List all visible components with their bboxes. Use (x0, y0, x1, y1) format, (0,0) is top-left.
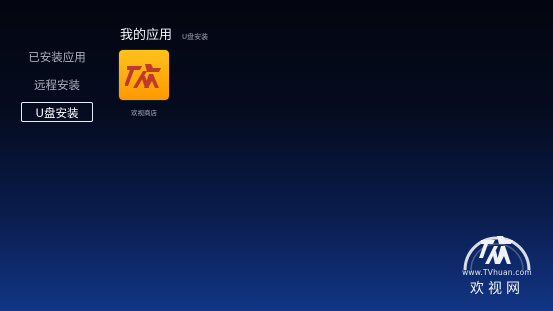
page-subtitle: U盘安装 (182, 33, 209, 41)
tvhuan-store-icon (119, 50, 169, 100)
watermark-url: www.TVhuan.com (462, 268, 532, 277)
sidebar-item-usb-install[interactable]: U盘安装 (21, 102, 93, 122)
watermark-brand: 欢视网 (470, 281, 524, 297)
app-label: 欢视商店 (131, 109, 157, 117)
app-tile-tvhuan-store[interactable]: 欢视商店 (119, 50, 169, 117)
watermark: www.TVhuan.com 欢视网 (452, 224, 542, 298)
header: 我的应用 U盘安装 (120, 24, 208, 43)
sidebar-item-label: 远程安装 (34, 78, 80, 92)
sidebar: 已安装应用 远程安装 U盘安装 (21, 46, 95, 130)
sidebar-item-label: 已安装应用 (28, 50, 86, 64)
sidebar-item-remote-install[interactable]: 远程安装 (21, 74, 93, 94)
page-title: 我的应用 (120, 28, 173, 43)
tvhuan-logo-icon (463, 236, 531, 270)
sidebar-item-label: U盘安装 (35, 106, 79, 120)
sidebar-item-installed-apps[interactable]: 已安装应用 (21, 46, 93, 66)
